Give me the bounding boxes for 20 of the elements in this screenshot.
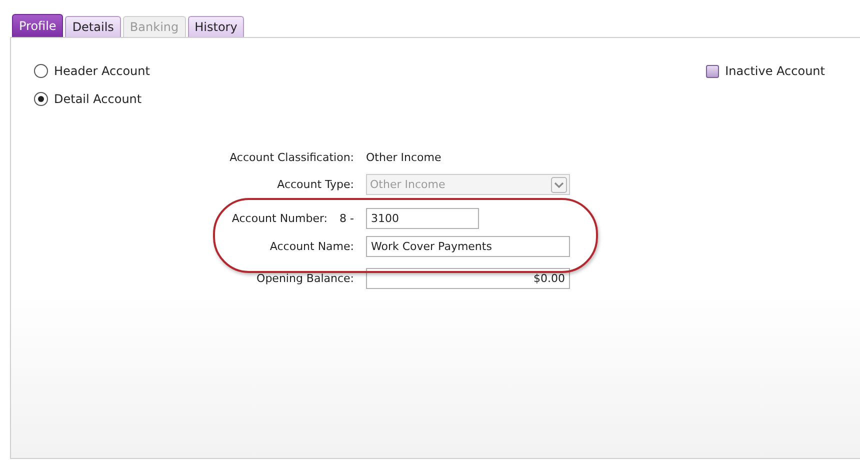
tab[interactable]: History: [188, 16, 244, 37]
checkbox-label[interactable]: Inactive Account: [725, 64, 825, 78]
account-number-field[interactable]: 3100: [366, 208, 479, 229]
account-prefix: 8 -: [340, 212, 354, 225]
field-label: Account Classification:: [230, 150, 354, 166]
radio-button[interactable]: [34, 92, 48, 106]
tab[interactable]: Details: [65, 16, 121, 37]
radio-label[interactable]: Header Account: [54, 64, 150, 78]
field-label: Account Name:: [270, 239, 354, 255]
chevron-down-icon: [551, 176, 567, 192]
field-label: Account Number:: [232, 212, 328, 225]
radio-label[interactable]: Detail Account: [54, 92, 142, 106]
field-value: Other Income: [366, 150, 442, 166]
opening-balance-field[interactable]: $0.00: [366, 268, 570, 289]
radio-button[interactable]: [34, 64, 48, 78]
tab[interactable]: Profile: [12, 14, 64, 37]
checkbox[interactable]: [706, 64, 720, 78]
account-name-field[interactable]: Work Cover Payments: [366, 236, 570, 257]
field-label: Account Type:: [277, 177, 354, 193]
field-label: Opening Balance:: [256, 271, 354, 287]
